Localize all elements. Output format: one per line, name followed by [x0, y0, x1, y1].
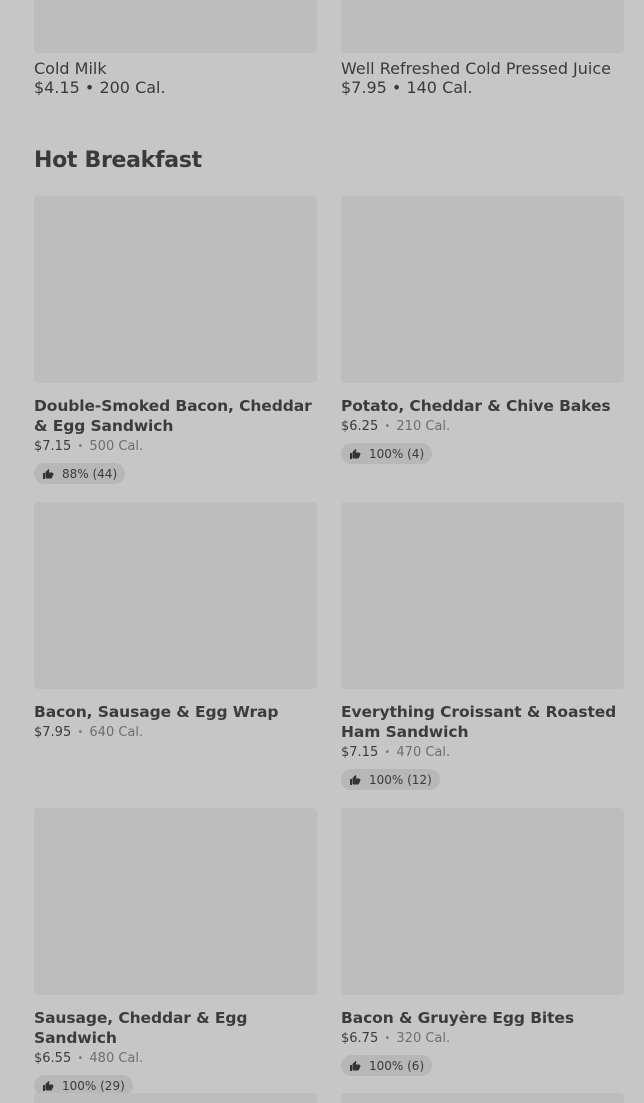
item-name[interactable]: Potato, Cheddar & Chive Bakes — [341, 396, 624, 416]
item-name[interactable]: Cold Milk — [34, 59, 317, 78]
menu-item-card[interactable]: Bacon, Sausage & Egg Wrap $7.95 • 640 Ca… — [34, 502, 317, 743]
separator: • — [384, 1033, 391, 1044]
thumbs-up-icon — [350, 448, 361, 459]
item-calories: 480 Cal. — [89, 1051, 144, 1066]
separator: • — [77, 727, 84, 738]
thumbs-up-icon — [350, 1060, 361, 1071]
rating-badge: 88% (44) — [34, 463, 126, 484]
item-name[interactable]: Sausage, Cheddar & Egg Sandwich — [34, 1008, 317, 1048]
thumbs-up-icon — [43, 1080, 54, 1091]
separator: • — [77, 1053, 84, 1064]
rating-text: 100% (4) — [369, 446, 425, 461]
separator: • — [384, 421, 391, 432]
item-name[interactable]: Everything Croissant & Roasted Ham Sandw… — [341, 702, 624, 742]
item-price: $6.25 — [341, 419, 379, 434]
item-meta: $7.95 • 140 Cal. — [341, 78, 624, 97]
item-price: $6.55 — [34, 1051, 72, 1066]
item-calories: 640 Cal. — [89, 725, 144, 740]
item-image[interactable] — [341, 0, 624, 53]
item-meta: $6.55 • 480 Cal. — [34, 1050, 317, 1069]
item-calories: 210 Cal. — [396, 419, 451, 434]
item-price: $7.95 — [34, 725, 72, 740]
item-calories: 200 Cal. — [99, 78, 166, 97]
item-meta: $6.25 • 210 Cal. — [341, 418, 624, 437]
rating-text: 100% (29) — [62, 1078, 125, 1093]
item-meta: $6.75 • 320 Cal. — [341, 1030, 624, 1049]
item-price: $4.15 — [34, 78, 80, 97]
item-price: $6.75 — [341, 1031, 379, 1046]
item-price: $7.15 — [34, 439, 72, 454]
separator: • — [77, 441, 84, 452]
item-meta: $7.15 • 470 Cal. — [341, 744, 624, 763]
item-image[interactable] — [34, 1093, 317, 1103]
item-image[interactable] — [341, 1093, 624, 1103]
item-image[interactable] — [34, 808, 317, 995]
item-calories: 470 Cal. — [396, 745, 451, 760]
menu-item-card[interactable]: Bacon & Gruyère Egg Bites $6.75 • 320 Ca… — [341, 808, 624, 1076]
section-title: Hot Breakfast — [34, 148, 202, 173]
item-image[interactable] — [34, 502, 317, 689]
rating-text: 88% (44) — [62, 466, 118, 481]
rating-badge: 100% (6) — [341, 1055, 433, 1076]
rating-badge: 100% (4) — [341, 443, 433, 464]
separator: • — [384, 747, 391, 758]
menu-item-card[interactable]: Cold Milk $4.15 • 200 Cal. — [34, 0, 317, 97]
item-calories: 320 Cal. — [396, 1031, 451, 1046]
item-name[interactable]: Well Refreshed Cold Pressed Juice — [341, 59, 624, 78]
item-name[interactable]: Bacon, Sausage & Egg Wrap — [34, 702, 317, 722]
rating-badge: 100% (12) — [341, 769, 440, 790]
item-image[interactable] — [34, 196, 317, 383]
item-meta: $7.95 • 640 Cal. — [34, 724, 317, 743]
item-price: $7.95 — [341, 78, 387, 97]
separator: • — [391, 78, 402, 97]
item-image[interactable] — [341, 196, 624, 383]
menu-item-card[interactable]: Double-Smoked Bacon, Cheddar & Egg Sandw… — [34, 196, 317, 484]
item-name[interactable]: Bacon & Gruyère Egg Bites — [341, 1008, 624, 1028]
separator: • — [84, 78, 95, 97]
item-name[interactable]: Double-Smoked Bacon, Cheddar & Egg Sandw… — [34, 396, 317, 436]
item-meta: $4.15 • 200 Cal. — [34, 78, 317, 97]
thumbs-up-icon — [350, 774, 361, 785]
menu-item-card[interactable]: Potato, Cheddar & Chive Bakes $6.25 • 21… — [341, 196, 624, 464]
menu-item-card[interactable]: Everything Croissant & Roasted Ham Sandw… — [341, 502, 624, 790]
menu-item-card[interactable]: Well Refreshed Cold Pressed Juice $7.95 … — [341, 0, 624, 97]
thumbs-up-icon — [43, 468, 54, 479]
item-price: $7.15 — [341, 745, 379, 760]
rating-text: 100% (6) — [369, 1058, 425, 1073]
rating-text: 100% (12) — [369, 772, 432, 787]
item-image[interactable] — [341, 808, 624, 995]
item-calories: 140 Cal. — [406, 78, 473, 97]
item-meta: $7.15 • 500 Cal. — [34, 438, 317, 457]
item-image[interactable] — [341, 502, 624, 689]
menu-item-card[interactable]: Sausage, Cheddar & Egg Sandwich $6.55 • … — [34, 808, 317, 1096]
item-image[interactable] — [34, 0, 317, 53]
menu-page: Cold Milk $4.15 • 200 Cal. Well Refreshe… — [0, 0, 644, 1103]
item-calories: 500 Cal. — [89, 439, 144, 454]
